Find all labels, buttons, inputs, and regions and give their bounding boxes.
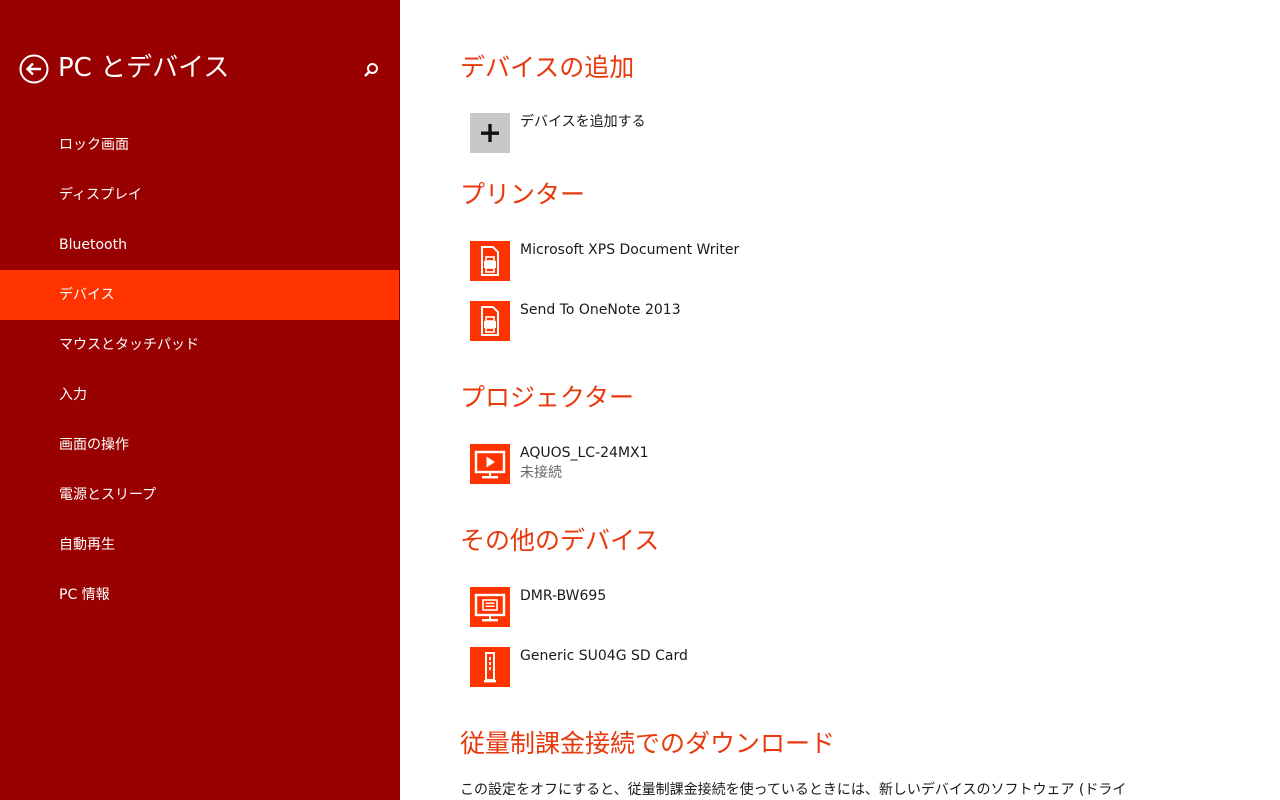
sidebar-item-mouse-touchpad[interactable]: マウスとタッチパッド xyxy=(0,320,399,370)
sidebar-item-power-sleep[interactable]: 電源とスリープ xyxy=(0,470,399,520)
device-status: 未接続 xyxy=(520,465,562,481)
device-name: Send To OneNote 2013 xyxy=(520,302,681,318)
search-icon xyxy=(364,63,378,77)
sidebar: PC とデバイス ロック画面 ディスプレイ Bluetooth デバイス マウス… xyxy=(0,0,400,800)
sidebar-item-bluetooth[interactable]: Bluetooth xyxy=(0,220,399,270)
projector-icon xyxy=(470,444,510,484)
device-name: Generic SU04G SD Card xyxy=(520,648,688,664)
page-title: PC とデバイス xyxy=(58,53,230,83)
back-arrow-icon xyxy=(19,54,49,84)
device-item[interactable]: Send To OneNote 2013 xyxy=(470,301,970,341)
sidebar-item-autoplay[interactable]: 自動再生 xyxy=(0,520,399,570)
monitor-icon xyxy=(470,587,510,627)
sidebar-item-lock-screen[interactable]: ロック画面 xyxy=(0,120,399,170)
sidebar-nav: ロック画面 ディスプレイ Bluetooth デバイス マウスとタッチパッド 入… xyxy=(0,120,399,620)
sidebar-item-typing[interactable]: 入力 xyxy=(0,370,399,420)
device-name: Microsoft XPS Document Writer xyxy=(520,242,740,258)
plus-icon xyxy=(470,113,510,153)
add-device-label: デバイスを追加する xyxy=(520,114,646,130)
metered-download-description: この設定をオフにすると、従量制課金接続を使っているときには、新しいデバイスのソフ… xyxy=(460,782,1127,798)
projectors-heading: プロジェクター xyxy=(460,383,635,412)
sidebar-item-devices[interactable]: デバイス xyxy=(0,270,399,320)
sidebar-item-corners-edges[interactable]: 画面の操作 xyxy=(0,420,399,470)
sidebar-item-pc-info[interactable]: PC 情報 xyxy=(0,570,399,620)
device-item[interactable]: Microsoft XPS Document Writer xyxy=(470,241,970,281)
printer-icon xyxy=(470,241,510,281)
main-content: デバイスの追加 デバイスを追加する プリンター Microsoft XPS Do… xyxy=(400,0,1280,800)
device-item[interactable]: AQUOS_LC-24MX1 未接続 xyxy=(470,444,970,484)
device-name: AQUOS_LC-24MX1 xyxy=(520,445,649,461)
printer-icon xyxy=(470,301,510,341)
metered-download-heading: 従量制課金接続でのダウンロード xyxy=(460,729,836,758)
search-button[interactable] xyxy=(361,60,381,80)
device-item[interactable]: Generic SU04G SD Card xyxy=(470,647,970,687)
back-button[interactable] xyxy=(19,54,49,84)
storage-drive-icon xyxy=(470,647,510,687)
add-device-button[interactable]: デバイスを追加する xyxy=(470,113,970,153)
printers-heading: プリンター xyxy=(460,180,586,209)
device-name: DMR-BW695 xyxy=(520,588,607,604)
other-devices-heading: その他のデバイス xyxy=(460,526,660,555)
device-item[interactable]: DMR-BW695 xyxy=(470,587,970,627)
sidebar-item-display[interactable]: ディスプレイ xyxy=(0,170,399,220)
add-devices-heading: デバイスの追加 xyxy=(460,53,635,82)
